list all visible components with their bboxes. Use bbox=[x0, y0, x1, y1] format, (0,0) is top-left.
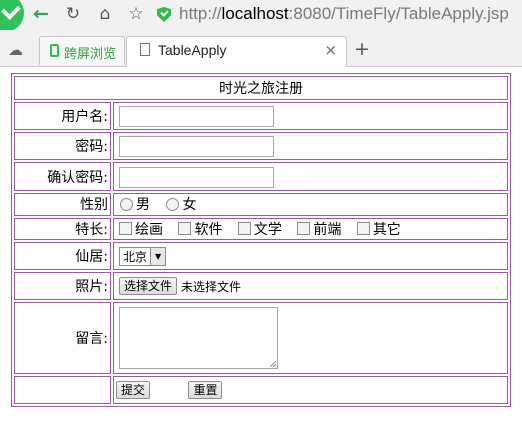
form-title: 时光之旅注册 bbox=[14, 76, 508, 100]
back-arrow-icon[interactable]: ← bbox=[30, 3, 52, 25]
skill-label: 文学 bbox=[253, 221, 282, 238]
close-tab-icon[interactable]: × bbox=[324, 41, 337, 59]
url-path: :8080/TimeFly/TableApply.jsp bbox=[288, 4, 509, 23]
radio-button[interactable] bbox=[120, 197, 133, 211]
tab-cross-screen-label: 跨屏浏览 bbox=[64, 47, 117, 62]
gender-label: 性别 bbox=[14, 193, 111, 216]
tab-title: TableApply bbox=[158, 42, 227, 58]
bookmark-star-icon[interactable]: ☆ bbox=[125, 3, 147, 25]
skill-other[interactable]: 其它 bbox=[354, 219, 401, 239]
skill-software[interactable]: 软件 bbox=[175, 219, 222, 239]
skill-label: 绘画 bbox=[135, 221, 163, 238]
residence-select[interactable]: 北京 ▼ bbox=[119, 246, 167, 266]
new-tab-icon[interactable]: + bbox=[354, 38, 370, 60]
residence-cell: 北京 ▼ bbox=[113, 242, 508, 270]
checkbox[interactable] bbox=[356, 222, 370, 235]
skill-literature[interactable]: 文学 bbox=[235, 219, 282, 239]
submit-button[interactable]: 提交 bbox=[116, 381, 151, 399]
file-status-text: 未选择文件 bbox=[181, 279, 242, 294]
radio-button[interactable] bbox=[166, 197, 180, 211]
username-cell bbox=[113, 102, 508, 130]
reset-button[interactable]: 重置 bbox=[188, 381, 223, 399]
file-input[interactable]: 选择文件 未选择文件 bbox=[119, 277, 241, 295]
skill-label: 软件 bbox=[194, 221, 223, 238]
password-input[interactable] bbox=[119, 136, 274, 157]
message-label: 留言: bbox=[14, 302, 111, 374]
photo-label: 照片: bbox=[14, 272, 111, 300]
url-scheme: http:// bbox=[179, 4, 222, 23]
home-icon[interactable]: ⌂ bbox=[94, 3, 116, 25]
tab-cross-screen[interactable]: 跨屏浏览 bbox=[39, 36, 125, 65]
password-label: 密码: bbox=[14, 132, 111, 160]
message-cell bbox=[113, 302, 508, 374]
choose-file-button[interactable]: 选择文件 bbox=[119, 277, 178, 295]
gender-cell: 男 女 bbox=[113, 193, 508, 216]
gender-option-female[interactable]: 女 bbox=[162, 194, 196, 214]
skill-frontend[interactable]: 前端 bbox=[294, 219, 341, 239]
browser-toolbar: ← ↻ ⌂ ☆ http://localhost:8080/TimeFly/Ta… bbox=[0, 0, 522, 32]
phone-icon bbox=[50, 44, 59, 57]
gender-option-label: 女 bbox=[182, 197, 197, 213]
gender-option-male[interactable]: 男 bbox=[116, 194, 150, 214]
tab-strip: ☁ 跨屏浏览 TableApply × + bbox=[0, 30, 522, 67]
residence-selected-value: 北京 bbox=[123, 249, 148, 264]
username-label: 用户名: bbox=[14, 102, 111, 130]
skills-label: 特长: bbox=[14, 217, 111, 240]
message-textarea[interactable] bbox=[119, 307, 278, 369]
residence-label: 仙居: bbox=[14, 242, 111, 270]
address-bar[interactable]: http://localhost:8080/TimeFly/TableApply… bbox=[179, 4, 509, 24]
browser-logo-icon bbox=[0, 0, 24, 32]
dropdown-arrow-icon[interactable]: ▼ bbox=[150, 247, 166, 265]
cloud-icon[interactable]: ☁ bbox=[8, 41, 23, 59]
actions-cell: 提交 重置 bbox=[113, 376, 508, 404]
page-content: 时光之旅注册 用户名: 密码: 确认密码: 性别 男 女 特长: 绘画 软件 文… bbox=[0, 67, 522, 429]
checkbox[interactable] bbox=[178, 222, 192, 235]
url-host: localhost bbox=[221, 4, 289, 23]
empty-cell bbox=[14, 376, 111, 404]
checkbox[interactable] bbox=[119, 222, 132, 235]
photo-cell: 选择文件 未选择文件 bbox=[113, 272, 508, 300]
tab-tableapply[interactable]: TableApply × bbox=[126, 36, 347, 67]
security-shield-icon bbox=[157, 7, 171, 22]
skills-cell: 绘画 软件 文学 前端 其它 bbox=[113, 217, 508, 240]
reload-icon[interactable]: ↻ bbox=[62, 3, 84, 25]
checkbox[interactable] bbox=[297, 222, 311, 235]
confirm-password-cell bbox=[113, 162, 508, 191]
confirm-password-input[interactable] bbox=[119, 166, 274, 188]
username-input[interactable] bbox=[119, 106, 274, 127]
registration-table: 时光之旅注册 用户名: 密码: 确认密码: 性别 男 女 特长: 绘画 软件 文… bbox=[11, 73, 511, 407]
page-icon bbox=[140, 43, 150, 56]
skill-label: 其它 bbox=[372, 221, 401, 238]
confirm-password-label: 确认密码: bbox=[14, 162, 111, 191]
skill-painting[interactable]: 绘画 bbox=[116, 219, 163, 239]
gender-option-label: 男 bbox=[136, 197, 150, 213]
checkbox[interactable] bbox=[237, 222, 251, 235]
password-cell bbox=[113, 132, 508, 160]
skill-label: 前端 bbox=[313, 221, 342, 238]
